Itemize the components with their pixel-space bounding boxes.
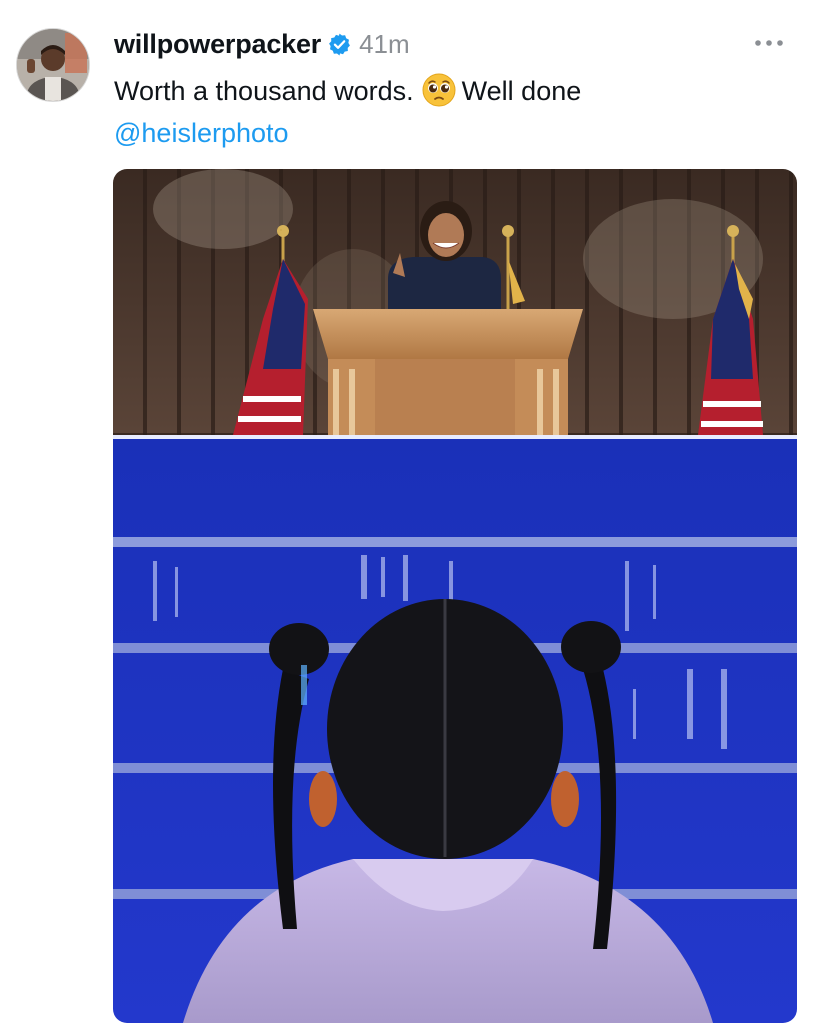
pleading-face-emoji — [422, 73, 456, 107]
more-options-button[interactable] — [749, 28, 789, 58]
podium — [313, 309, 583, 435]
post: willpowerpacker 41m Worth a thousand wor… — [114, 24, 797, 154]
avatar[interactable] — [16, 28, 90, 102]
post-image[interactable] — [113, 169, 797, 1023]
mention-link[interactable]: @heislerphoto — [114, 118, 289, 148]
username[interactable]: willpowerpacker — [114, 29, 321, 60]
post-text-continued: Well done — [461, 76, 582, 106]
verified-badge-icon — [327, 32, 352, 57]
ellipsis-icon — [755, 40, 783, 46]
post-text-line: Worth a thousand words. — [114, 76, 414, 106]
post-text: Worth a thousand words. Well done @heisl… — [114, 70, 797, 154]
photo-illustration — [113, 169, 797, 1023]
post-header: willpowerpacker 41m — [114, 24, 797, 64]
timestamp[interactable]: 41m — [359, 29, 410, 60]
avatar-image — [17, 29, 89, 101]
